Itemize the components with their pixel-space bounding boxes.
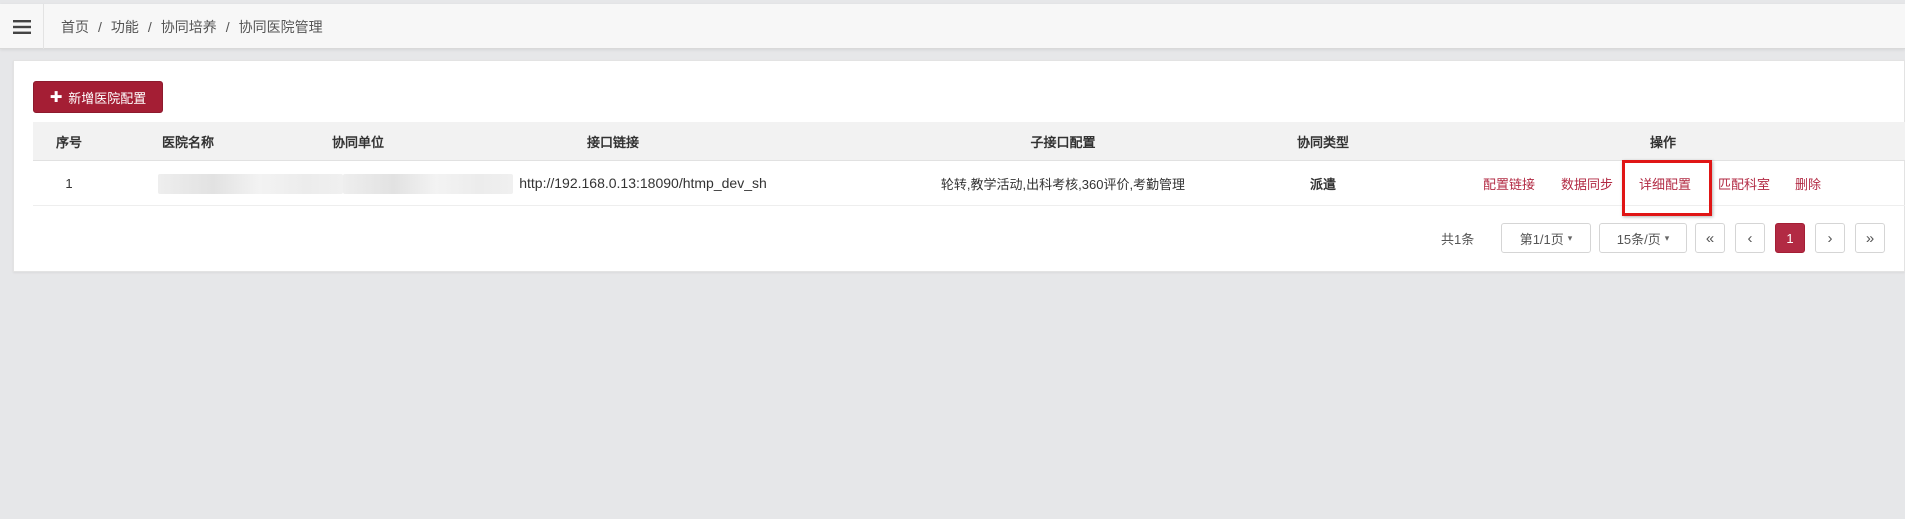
column-header-hospital-name: 医院名称 xyxy=(161,134,214,150)
page-size-value: 15条/页 xyxy=(1616,231,1661,247)
last-page-button[interactable]: » xyxy=(1855,223,1885,253)
data-sync-action[interactable]: 数据同步 xyxy=(1561,161,1613,205)
total-count: 共1条 xyxy=(1441,231,1475,247)
breadcrumb-function[interactable]: 功能 xyxy=(111,17,139,37)
page-size-select[interactable]: 15条/页 ▾ xyxy=(1599,223,1687,253)
cell-index: 1 xyxy=(65,175,73,191)
chevron-down-icon: ▾ xyxy=(1567,232,1573,243)
breadcrumb-home[interactable]: 首页 xyxy=(61,17,89,37)
highlight-box xyxy=(1622,160,1712,216)
current-page-button[interactable]: 1 xyxy=(1775,223,1805,253)
content-panel: ✚ 新增医院配置 序号 医院名称 协同单位 接口链接 子接口配置 协同类型 操作… xyxy=(13,60,1905,272)
add-button-label: 新增医院配置 xyxy=(68,90,147,106)
page-select-value: 第1/1页 xyxy=(1519,231,1564,247)
table-row: 1 http://192.168.0.13:18090/htmp_dev_sh … xyxy=(33,160,1905,216)
table-header: 序号 医院名称 协同单位 接口链接 子接口配置 协同类型 操作 xyxy=(33,122,1905,161)
cell-sub-config: 轮转,教学活动,出科考核,360评价,考勤管理 xyxy=(940,176,1186,192)
top-bar: 首页 / 功能 / 协同培养 / 协同医院管理 xyxy=(0,4,1905,49)
cell-type: 派遣 xyxy=(1309,176,1336,192)
hospital-config-table: 序号 医院名称 协同单位 接口链接 子接口配置 协同类型 操作 1 http:/… xyxy=(33,122,1905,216)
column-header-sub-config: 子接口配置 xyxy=(1030,134,1096,150)
breadcrumb-collab-training[interactable]: 协同培养 xyxy=(161,17,217,37)
column-header-url: 接口链接 xyxy=(586,134,639,150)
column-header-type: 协同类型 xyxy=(1296,134,1349,150)
prev-page-button[interactable]: ‹ xyxy=(1735,223,1765,253)
breadcrumb-separator: / xyxy=(225,18,230,35)
page-select[interactable]: 第1/1页 ▾ xyxy=(1501,223,1591,253)
cell-hospital-name-redacted xyxy=(158,174,343,194)
plus-icon: ✚ xyxy=(49,88,63,106)
column-header-index: 序号 xyxy=(55,134,82,150)
breadcrumb-current: 协同医院管理 xyxy=(238,18,323,35)
breadcrumb-separator: / xyxy=(147,18,152,35)
match-department-action[interactable]: 匹配科室 xyxy=(1718,161,1770,205)
delete-action[interactable]: 删除 xyxy=(1795,161,1821,205)
cell-url: http://192.168.0.13:18090/htmp_dev_sh xyxy=(519,175,767,191)
chevron-down-icon: ▾ xyxy=(1664,232,1670,243)
column-header-actions: 操作 xyxy=(1649,134,1676,150)
breadcrumb: 首页 / 功能 / 协同培养 / 协同医院管理 xyxy=(61,4,323,49)
config-link-action[interactable]: 配置链接 xyxy=(1483,161,1535,205)
hamburger-icon[interactable] xyxy=(0,4,44,49)
add-hospital-config-button[interactable]: ✚ 新增医院配置 xyxy=(33,81,163,113)
next-page-button[interactable]: › xyxy=(1815,223,1845,253)
cell-partner-unit-redacted xyxy=(343,174,513,194)
first-page-button[interactable]: « xyxy=(1695,223,1725,253)
column-header-partner-unit: 协同单位 xyxy=(331,134,384,150)
breadcrumb-separator: / xyxy=(98,18,102,35)
